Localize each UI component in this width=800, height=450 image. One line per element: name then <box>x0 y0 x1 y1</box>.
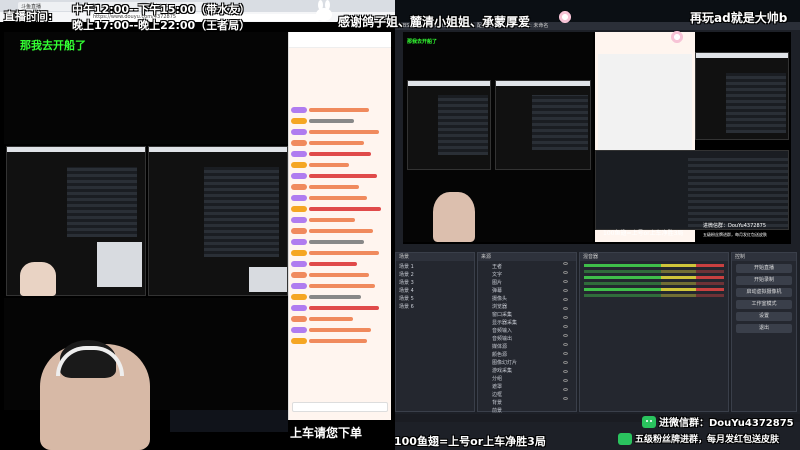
fan-badge-row: 五级粉丝牌进群，每月发红包送皮肤 <box>618 432 779 445</box>
flower-icon <box>558 10 572 24</box>
scene-item[interactable]: 场景 3 <box>399 279 471 285</box>
scene-item[interactable]: 场景 6 <box>399 303 471 309</box>
source-item[interactable]: 图像幻灯片 <box>492 359 573 365</box>
chat-top-banners <box>289 48 391 104</box>
source-item[interactable]: 王者 <box>492 263 573 269</box>
obs-preview: 那我去开船了 100鱼翅=上号or上车净胜3局 进微信群：DouYu437287… <box>403 32 791 244</box>
wechat-group-row: 进微信群：DouYu4372875 <box>642 414 794 429</box>
scene-item[interactable]: 场景 1 <box>399 263 471 269</box>
audio-meter <box>584 282 724 285</box>
audio-meter <box>584 276 724 279</box>
audio-meter <box>584 264 724 267</box>
preview-streamer <box>433 192 475 242</box>
eye-icon[interactable] <box>563 262 568 265</box>
source-item[interactable]: 浏览器 <box>492 303 573 309</box>
thanks-banner: 感谢鸽子姐、麓清小姐姐、承蒙厚爱 <box>338 15 531 29</box>
sources-dock-title: 来源 <box>478 253 576 261</box>
chat-panel <box>288 32 391 420</box>
gift-bar <box>170 410 288 432</box>
source-item[interactable]: 弹幕 <box>492 287 573 293</box>
preview-fan-note: 五级粉丝牌进群，每月发红包送皮肤 <box>703 232 767 237</box>
eye-icon[interactable] <box>563 307 568 310</box>
source-item[interactable]: 音频输出 <box>492 335 573 341</box>
controls-dock-title: 控制 <box>732 253 796 261</box>
nested-screen-2 <box>148 146 288 296</box>
preview-rule: 100鱼翅=上号or上车净胜3局 <box>603 230 684 237</box>
fan-badge-text: 五级粉丝牌进群，每月发红包送皮肤 <box>635 435 780 445</box>
replay-banner: 再玩ad就是大帅b <box>690 11 788 25</box>
green-chat-line: 那我去开船了 <box>20 39 86 52</box>
ride-tip: 上车请您下单 <box>290 426 363 440</box>
studio-mode-button[interactable]: 工作室模式 <box>736 300 792 309</box>
streamer-cam-small <box>20 262 56 296</box>
settings-button[interactable]: 设置 <box>736 312 792 321</box>
eye-icon[interactable] <box>563 289 568 292</box>
source-item[interactable]: 窗口采集 <box>492 311 573 317</box>
eye-icon[interactable] <box>563 397 568 400</box>
scenes-dock: 场景 场景 1 场景 2 场景 3 场景 4 场景 5 场景 6 <box>395 252 475 412</box>
source-item[interactable]: 前景 <box>492 407 573 413</box>
preview-wechat: 进微信群：DouYu4372875 <box>703 223 766 229</box>
eye-icon[interactable] <box>563 343 568 346</box>
live-time-label: 直播时间: <box>4 10 53 23</box>
eye-icon[interactable] <box>563 298 568 301</box>
source-item[interactable]: 边框 <box>492 391 573 397</box>
source-item[interactable]: 摄像头 <box>492 295 573 301</box>
source-item[interactable]: 图片 <box>492 279 573 285</box>
wechat-icon <box>642 415 656 428</box>
source-item[interactable]: 背景 <box>492 399 573 405</box>
chat-input[interactable] <box>292 402 388 412</box>
eye-icon[interactable] <box>563 325 568 328</box>
source-item[interactable]: 遮罩 <box>492 383 573 389</box>
eye-icon[interactable] <box>563 316 568 319</box>
eye-icon[interactable] <box>563 388 568 391</box>
bunny-icon <box>314 0 334 22</box>
preview-green-chat: 那我去开船了 <box>407 39 438 45</box>
exit-button[interactable]: 退出 <box>736 324 792 333</box>
chat-header <box>289 32 391 48</box>
eye-icon[interactable] <box>563 361 568 364</box>
visibility-column <box>563 262 573 406</box>
audio-meter <box>584 288 724 291</box>
scene-item[interactable]: 场景 2 <box>399 271 471 277</box>
audio-meter <box>584 270 724 273</box>
source-item[interactable]: 显示器采集 <box>492 319 573 325</box>
eye-icon[interactable] <box>563 334 568 337</box>
mixer-dock: 混音器 <box>579 252 729 412</box>
flower-icon <box>670 30 684 44</box>
start-streaming-button[interactable]: 开始直播 <box>736 264 792 273</box>
virtual-camera-button[interactable]: 启动虚拟摄像机 <box>736 288 792 297</box>
audio-meter <box>584 294 724 297</box>
noon-session: 中午12:00--下午15:00（带水友） <box>72 3 251 16</box>
source-item[interactable]: 分组 <box>492 375 573 381</box>
source-item[interactable]: 音频输入 <box>492 327 573 333</box>
mixer-dock-title: 混音器 <box>580 253 728 261</box>
eye-icon[interactable] <box>563 379 568 382</box>
eye-icon[interactable] <box>563 370 568 373</box>
sources-dock: 来源 王者 文字 图片 弹幕 摄像头 浏览器 窗口采集 显示器采集 音频输入 音… <box>477 252 577 413</box>
scene-item[interactable]: 场景 5 <box>399 295 471 301</box>
source-item[interactable]: 媒体源 <box>492 343 573 349</box>
bottom-rule: 100鱼翅=上号or上车净胜3局 <box>394 435 546 448</box>
scenes-dock-title: 场景 <box>396 253 474 261</box>
obs-window: OBS 30.1.2 (64-bit, windows) - 配置文件: 未命名… <box>395 0 800 450</box>
fan-badge-icon <box>618 432 632 445</box>
source-item[interactable]: 文字 <box>492 271 573 277</box>
wechat-group-text: 进微信群：DouYu4372875 <box>659 418 794 429</box>
evening-session: 晚上17:00--晚上22:00（王者局） <box>72 19 251 32</box>
eye-icon[interactable] <box>563 280 568 283</box>
source-item[interactable]: 颜色源 <box>492 351 573 357</box>
scene-item[interactable]: 场景 4 <box>399 287 471 293</box>
controls-dock: 控制 开始直播 开始录制 启动虚拟摄像机 工作室模式 设置 退出 <box>731 252 797 412</box>
source-item[interactable]: 游戏采集 <box>492 367 573 373</box>
start-recording-button[interactable]: 开始录制 <box>736 276 792 285</box>
eye-icon[interactable] <box>563 352 568 355</box>
eye-icon[interactable] <box>563 271 568 274</box>
left-stream-capture: 斗鱼直播 直播间 带水友中 https://www.douyu.com/4372… <box>0 0 395 450</box>
